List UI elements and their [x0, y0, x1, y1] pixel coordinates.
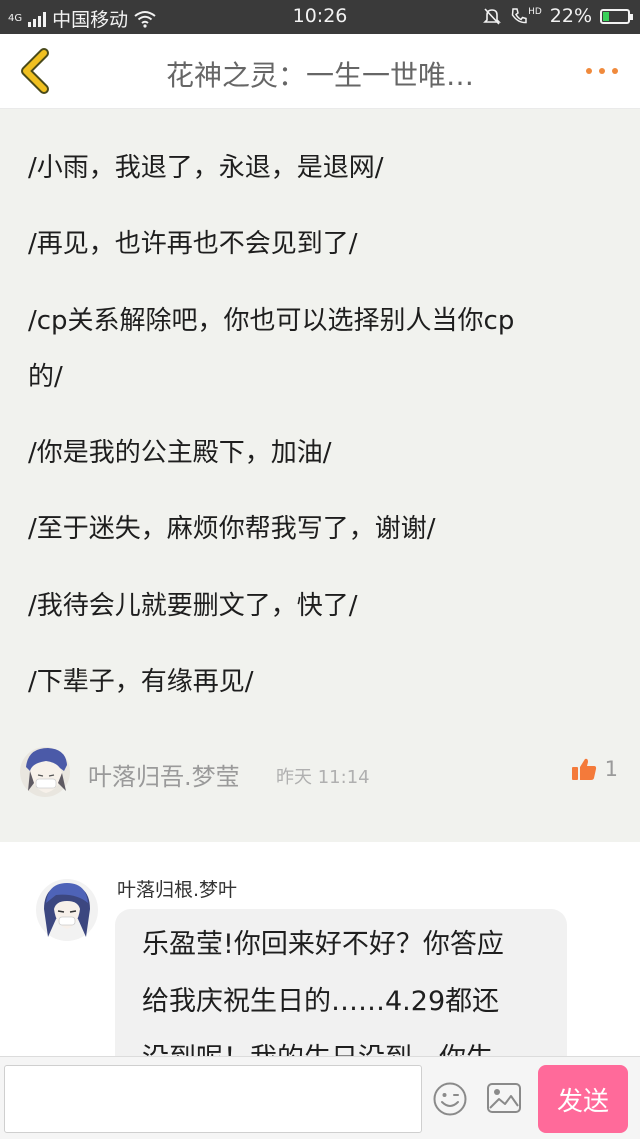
reply-bubble: 乐盈莹!你回来好不好？你答应 给我庆祝生日的……4.29都还 没到呢！我的生日没…: [115, 909, 567, 1056]
battery-charging-icon: [600, 8, 633, 24]
mute-bell-icon: [483, 8, 501, 25]
post-timestamp: 昨天 11:14: [276, 767, 370, 788]
hd-label: HD: [528, 7, 542, 17]
post-content: /小雨，我退了，永退，是退网/ /再见，也许再也不会见到了/ /cp关系解除吧，…: [0, 109, 640, 842]
comment-composer: 发送: [0, 1056, 640, 1139]
more-options-button[interactable]: [586, 68, 618, 74]
like-button[interactable]: 1: [571, 757, 618, 781]
call-hd-icon: HD: [510, 7, 542, 25]
send-button[interactable]: 发送: [538, 1065, 628, 1133]
post-author-name[interactable]: 叶落归吾.梦莹: [88, 757, 240, 792]
thumbs-up-icon: [571, 758, 596, 780]
post-line: /小雨，我退了，永退，是退网/: [28, 153, 384, 183]
post-line: /下辈子，有缘再见/: [28, 667, 254, 697]
more-dots-icon: [586, 68, 592, 74]
emoji-icon[interactable]: [432, 1081, 468, 1117]
page-title: 花神之灵：一生一世唯…: [165, 59, 474, 92]
comment-input[interactable]: [4, 1065, 422, 1133]
post-line: 的/: [28, 362, 63, 392]
image-icon[interactable]: [486, 1082, 522, 1114]
reply-line: 乐盈莹!你回来好不好？你答应: [142, 929, 504, 960]
post-line: /cp关系解除吧，你也可以选择别人当你cp: [28, 306, 515, 336]
post-line: /至于迷失，麻烦你帮我写了，谢谢/: [28, 514, 436, 544]
more-dots-icon: [599, 68, 605, 74]
reply-line: 给我庆祝生日的……4.29都还: [142, 986, 500, 1017]
top-nav-bar: 花神之灵：一生一世唯…: [0, 34, 640, 109]
status-bar: 4G 中国移动 10:26 HD 22%: [0, 0, 640, 34]
battery-percent: 22%: [549, 5, 592, 27]
reply-line: 没到呢！我的生日没到，你生: [142, 1039, 493, 1056]
post-line: /再见，也许再也不会见到了/: [28, 229, 358, 259]
post-line: /你是我的公主殿下，加油/: [28, 438, 332, 468]
status-right: HD 22%: [482, 5, 633, 27]
like-count: 1: [604, 757, 618, 781]
more-dots-icon: [612, 68, 618, 74]
avatar[interactable]: [36, 879, 98, 941]
post-line: /我待会儿就要删文了，快了/: [28, 591, 358, 621]
reply-item: 叶落归根.梦叶 乐盈莹!你回来好不好？你答应 给我庆祝生日的……4.29都还 没…: [0, 843, 640, 1056]
post-meta: 叶落归吾.梦莹 昨天 11:14 1: [20, 745, 620, 805]
chevron-left-icon: [21, 48, 49, 94]
back-button[interactable]: [16, 48, 56, 94]
avatar[interactable]: [20, 745, 70, 799]
reply-author-name[interactable]: 叶落归根.梦叶: [117, 875, 237, 902]
